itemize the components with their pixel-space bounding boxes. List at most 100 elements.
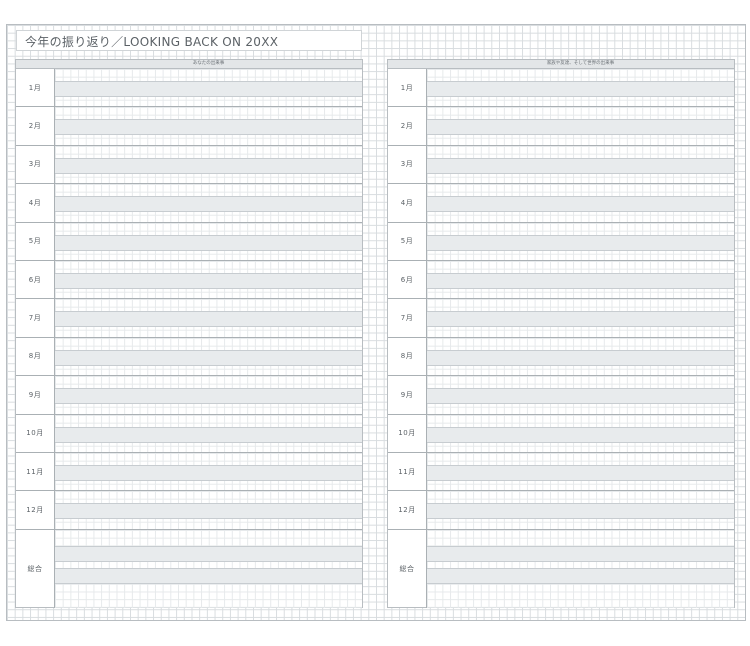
right-writing-area[interactable]	[427, 69, 734, 107]
left-writing-area[interactable]	[55, 529, 362, 608]
right-row-label: 2月	[388, 107, 427, 145]
right-row: 5月	[388, 222, 734, 261]
left-writing-area[interactable]	[55, 491, 362, 529]
right-row-label: 12月	[388, 491, 427, 529]
right-row-label: 10月	[388, 414, 427, 452]
left-row-label: 7月	[16, 299, 55, 337]
left-writing-area[interactable]	[55, 453, 362, 491]
right-writing-area[interactable]	[427, 414, 734, 452]
left-writing-band	[55, 388, 362, 405]
right-row: 7月	[388, 299, 734, 338]
right-writing-area[interactable]	[427, 376, 734, 414]
right-row-label: 6月	[388, 261, 427, 299]
right-writing-band	[427, 503, 734, 520]
left-row: 11月	[16, 453, 362, 492]
left-writing-area[interactable]	[55, 261, 362, 299]
right-writing-band	[427, 388, 734, 405]
left-writing-area[interactable]	[55, 184, 362, 222]
left-row: 4月	[16, 184, 362, 223]
right-row: 総合	[388, 529, 734, 608]
left-row-label: 4月	[16, 184, 55, 222]
right-row-label: 3月	[388, 145, 427, 184]
left-writing-band	[55, 349, 362, 366]
right-header-label: 家族や友達、そして世界の出来事	[546, 61, 615, 66]
left-writing-band	[55, 567, 362, 584]
left-row: 6月	[16, 261, 362, 300]
right-writing-band	[427, 157, 734, 174]
right-row-label: 5月	[388, 222, 427, 260]
left-writing-area[interactable]	[55, 145, 362, 184]
right-row: 4月	[388, 184, 734, 223]
right-writing-band	[427, 567, 734, 584]
right-writing-area[interactable]	[427, 184, 734, 222]
right-row-label: 11月	[388, 453, 427, 491]
left-writing-band	[55, 465, 362, 481]
left-writing-band	[55, 196, 362, 213]
left-writing-area[interactable]	[55, 337, 362, 376]
left-writing-band	[55, 157, 362, 174]
left-row: 3月	[16, 145, 362, 185]
left-writing-area[interactable]	[55, 414, 362, 452]
left-table: あなたの出来事 1月 2月 3月 4月 5月 6月 7月 8月 9月 10月 11月 12月 総合	[15, 59, 363, 608]
left-writing-band	[55, 119, 362, 136]
left-writing-band	[55, 545, 362, 562]
right-row: 3月	[388, 145, 734, 185]
left-writing-area[interactable]	[55, 299, 362, 337]
right-writing-area[interactable]	[427, 337, 734, 376]
right-writing-band	[427, 196, 734, 213]
right-writing-area[interactable]	[427, 261, 734, 299]
right-writing-area[interactable]	[427, 529, 734, 608]
left-writing-band	[55, 426, 362, 443]
left-row: 2月	[16, 107, 362, 146]
right-writing-band	[427, 465, 734, 481]
left-row-label: 2月	[16, 107, 55, 145]
right-writing-band	[427, 545, 734, 562]
left-row-label: 12月	[16, 491, 55, 529]
left-row: 5月	[16, 222, 362, 261]
right-writing-area[interactable]	[427, 145, 734, 184]
left-writing-area[interactable]	[55, 222, 362, 260]
left-writing-band	[55, 311, 362, 328]
right-writing-area[interactable]	[427, 299, 734, 337]
right-writing-band	[427, 119, 734, 136]
left-writing-area[interactable]	[55, 107, 362, 145]
right-writing-band	[427, 311, 734, 328]
right-row: 2月	[388, 107, 734, 146]
left-writing-band	[55, 503, 362, 520]
right-table-header: 家族や友達、そして世界の出来事	[388, 60, 734, 69]
right-writing-band	[427, 273, 734, 289]
left-row: 8月	[16, 337, 362, 377]
right-row-label: 1月	[388, 69, 427, 107]
left-row-label: 総合	[16, 529, 55, 608]
right-writing-band	[427, 81, 734, 97]
right-row: 10月	[388, 414, 734, 453]
right-row-label: 9月	[388, 376, 427, 414]
left-row-label: 3月	[16, 145, 55, 184]
left-row: 7月	[16, 299, 362, 338]
right-row-label: 総合	[388, 529, 427, 608]
right-writing-area[interactable]	[427, 453, 734, 491]
left-writing-area[interactable]	[55, 69, 362, 107]
right-row-label: 7月	[388, 299, 427, 337]
right-writing-band	[427, 234, 734, 251]
right-writing-area[interactable]	[427, 107, 734, 145]
right-row: 9月	[388, 376, 734, 415]
left-row: 9月	[16, 376, 362, 415]
left-writing-area[interactable]	[55, 376, 362, 414]
left-row-label: 5月	[16, 222, 55, 260]
left-writing-band	[55, 81, 362, 97]
right-row-label: 8月	[388, 337, 427, 376]
left-row: 10月	[16, 414, 362, 453]
right-row: 11月	[388, 453, 734, 492]
left-row-label: 11月	[16, 453, 55, 491]
left-row-label: 8月	[16, 337, 55, 376]
right-writing-band	[427, 349, 734, 366]
right-writing-area[interactable]	[427, 491, 734, 529]
right-table: 家族や友達、そして世界の出来事 1月 2月 3月 4月 5月 6月 7月 8月 9月 10月 11月…	[387, 59, 735, 608]
left-row-label: 10月	[16, 414, 55, 452]
right-row: 6月	[388, 261, 734, 300]
right-writing-area[interactable]	[427, 222, 734, 260]
right-row: 12月	[388, 491, 734, 530]
left-table-header: あなたの出来事	[16, 60, 362, 69]
left-row: 1月	[16, 69, 362, 108]
